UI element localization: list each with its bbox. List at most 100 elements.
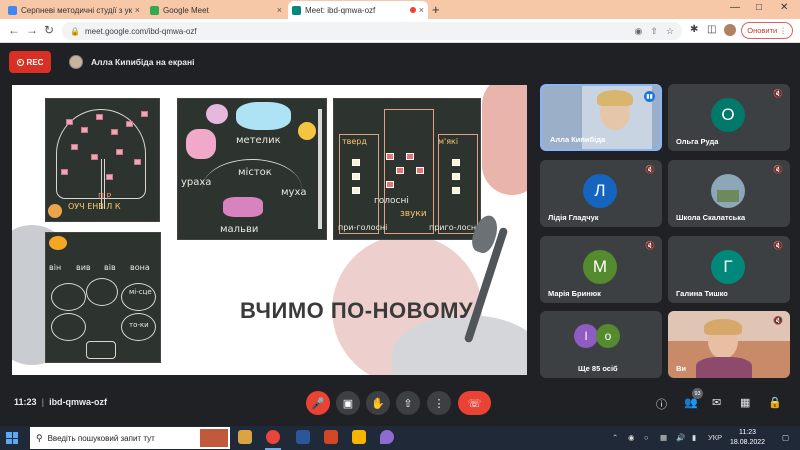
- activities-icon[interactable]: ▦: [740, 396, 750, 409]
- decor-shape: [482, 85, 527, 195]
- participant-hair: [597, 90, 633, 106]
- update-button[interactable]: Оновити ⋮: [741, 22, 793, 39]
- battery-icon[interactable]: ▮: [692, 433, 696, 442]
- participant-tile[interactable]: 🔇 Г Галина Тишко: [668, 236, 790, 303]
- participant-tile[interactable]: 🔇 Л Лідія Гладчук: [540, 160, 662, 227]
- meeting-details-icon[interactable]: ⓘ: [656, 396, 667, 412]
- camera-toggle-button[interactable]: ▣: [336, 391, 360, 415]
- profile-avatar[interactable]: [724, 24, 736, 36]
- participant-tile[interactable]: 🔇 О Ольга Руда: [668, 84, 790, 151]
- chalk-text: вона: [130, 263, 150, 272]
- participant-name: Лідія Гладчук: [548, 213, 599, 222]
- system-clock[interactable]: 11:23 18.08.2022: [730, 428, 765, 448]
- self-tile[interactable]: 🔇 Ви: [668, 311, 790, 378]
- chalk-text: м'які: [438, 137, 459, 146]
- chalk-tray: [318, 109, 322, 229]
- participant-name: Школа Скалатська: [676, 213, 746, 222]
- share-icon[interactable]: ⇧: [650, 26, 658, 37]
- participant-tile[interactable]: ▮▮ Алла Кипибіда: [540, 84, 662, 151]
- participant-tile[interactable]: 🔇 М Марія Бринюк: [540, 236, 662, 303]
- new-tab-button[interactable]: +: [432, 2, 440, 17]
- maximize-icon[interactable]: □: [756, 2, 762, 13]
- chalk-text: метелик: [236, 135, 281, 146]
- recording-dot-icon: [409, 7, 416, 13]
- participant-name: Алла Кипибіда: [550, 135, 606, 144]
- tab-title: Google Meet: [163, 5, 209, 15]
- sticky-note: [81, 127, 88, 133]
- chalk-text: при-голосні: [338, 223, 388, 232]
- presenter-text: Алла Кипибіда на екрані: [91, 57, 195, 67]
- participant-tile[interactable]: 🔇 Школа Скалатська: [668, 160, 790, 227]
- chalk-house: [339, 134, 379, 234]
- presenter-banner: Алла Кипибіда на екрані: [69, 55, 195, 69]
- raise-hand-button[interactable]: ✋: [366, 391, 390, 415]
- leave-call-button[interactable]: ☏: [458, 391, 491, 415]
- host-controls-icon[interactable]: 🔒: [768, 396, 782, 409]
- sticky-note: [91, 154, 98, 160]
- file-explorer-icon[interactable]: [238, 430, 252, 444]
- butterfly-sticker: [206, 104, 228, 124]
- url-field[interactable]: 🔒 meet.google.com/ibd-qmwa-ozf ◉ ⇧ ☆: [62, 22, 682, 40]
- search-icon: ⚲: [36, 432, 43, 443]
- forward-icon[interactable]: →: [26, 23, 38, 37]
- more-options-button[interactable]: ⋮: [427, 391, 451, 415]
- app-icon[interactable]: [380, 430, 394, 444]
- chalk-text: мі-сце: [129, 288, 152, 296]
- more-participants-tile[interactable]: І о Ще 85 осіб: [540, 311, 662, 378]
- back-icon[interactable]: ←: [8, 23, 20, 37]
- windows-start-icon[interactable]: [6, 432, 18, 444]
- chalk-house: [438, 134, 478, 234]
- chalk-text: мальви: [220, 224, 259, 235]
- chrome-icon[interactable]: [266, 430, 280, 444]
- close-window-icon[interactable]: ✕: [780, 2, 788, 13]
- extensions-icon[interactable]: ✱: [690, 24, 698, 35]
- address-bar-row: ← → ↻ 🔒 meet.google.com/ibd-qmwa-ozf ◉ ⇧…: [0, 19, 800, 43]
- volume-icon[interactable]: 🔊: [676, 433, 685, 442]
- chalk-text: ОУЧ ЕНВ Л К: [68, 202, 121, 211]
- sidebar-icon[interactable]: ◫: [707, 24, 716, 35]
- chat-icon[interactable]: ✉: [712, 396, 721, 409]
- keyboard-language[interactable]: УКР: [708, 433, 722, 442]
- close-tab-icon[interactable]: ×: [419, 5, 424, 15]
- hand-icon: ✋: [371, 397, 385, 410]
- tab-title: Серпневі методичні студії з укр: [21, 5, 132, 15]
- close-tab-icon[interactable]: ×: [135, 5, 140, 15]
- sun-sticker: [298, 122, 316, 140]
- tab-methodical-studios[interactable]: Серпневі методичні студії з укр ×: [4, 1, 144, 19]
- photo-chalkboard-houses: тверд м'які голосні звуки при-голосні пр…: [333, 98, 481, 240]
- photo-chalkboard-tree: ОУЧ ЕНВ Л К П Р: [45, 98, 160, 222]
- bookmark-star-icon[interactable]: ☆: [666, 26, 674, 37]
- chalk-cloud: [86, 278, 118, 306]
- mic-off-icon: 🔇: [645, 165, 655, 174]
- app-tray-icon[interactable]: ○: [644, 433, 649, 442]
- participant-avatar: І: [574, 324, 598, 348]
- taskbar-search-input[interactable]: ⚲ Введіть пошуковий запит тут: [30, 427, 230, 449]
- sun-figure: [48, 204, 62, 218]
- powerpoint-icon[interactable]: [324, 430, 338, 444]
- reload-icon[interactable]: ↻: [44, 23, 54, 37]
- present-button[interactable]: ⇧: [396, 391, 420, 415]
- participant-name: Марія Бринюк: [548, 289, 601, 298]
- tab-meet-call[interactable]: Meet: ibd-qmwa-ozf ×: [288, 1, 428, 19]
- participant-avatar: Л: [583, 174, 617, 208]
- chalk-text: голосні: [374, 196, 409, 206]
- network-icon[interactable]: ▦: [660, 433, 667, 442]
- notifications-icon[interactable]: ▢: [782, 433, 789, 442]
- meeting-info: 11:23 | ibd-qmwa-ozf: [14, 397, 108, 407]
- close-tab-icon[interactable]: ×: [277, 5, 282, 15]
- app-icon[interactable]: [352, 430, 366, 444]
- minimize-icon[interactable]: —: [730, 2, 740, 13]
- chalk-pot: [86, 341, 116, 359]
- url-text: meet.google.com/ibd-qmwa-ozf: [84, 26, 197, 36]
- google-meet-icon: [150, 5, 159, 15]
- sticky-note: [96, 114, 103, 120]
- letter-card: [386, 181, 394, 188]
- app-tray-icon[interactable]: ◉: [628, 433, 635, 442]
- mic-toggle-button[interactable]: 🎤: [306, 391, 330, 415]
- camera-permission-icon[interactable]: ◉: [635, 26, 643, 37]
- chevron-up-icon[interactable]: ⌃: [612, 433, 618, 442]
- sticky-note: [126, 121, 133, 127]
- letter-card: [386, 153, 394, 160]
- word-icon[interactable]: [296, 430, 310, 444]
- tab-google-meet[interactable]: Google Meet ×: [146, 1, 286, 19]
